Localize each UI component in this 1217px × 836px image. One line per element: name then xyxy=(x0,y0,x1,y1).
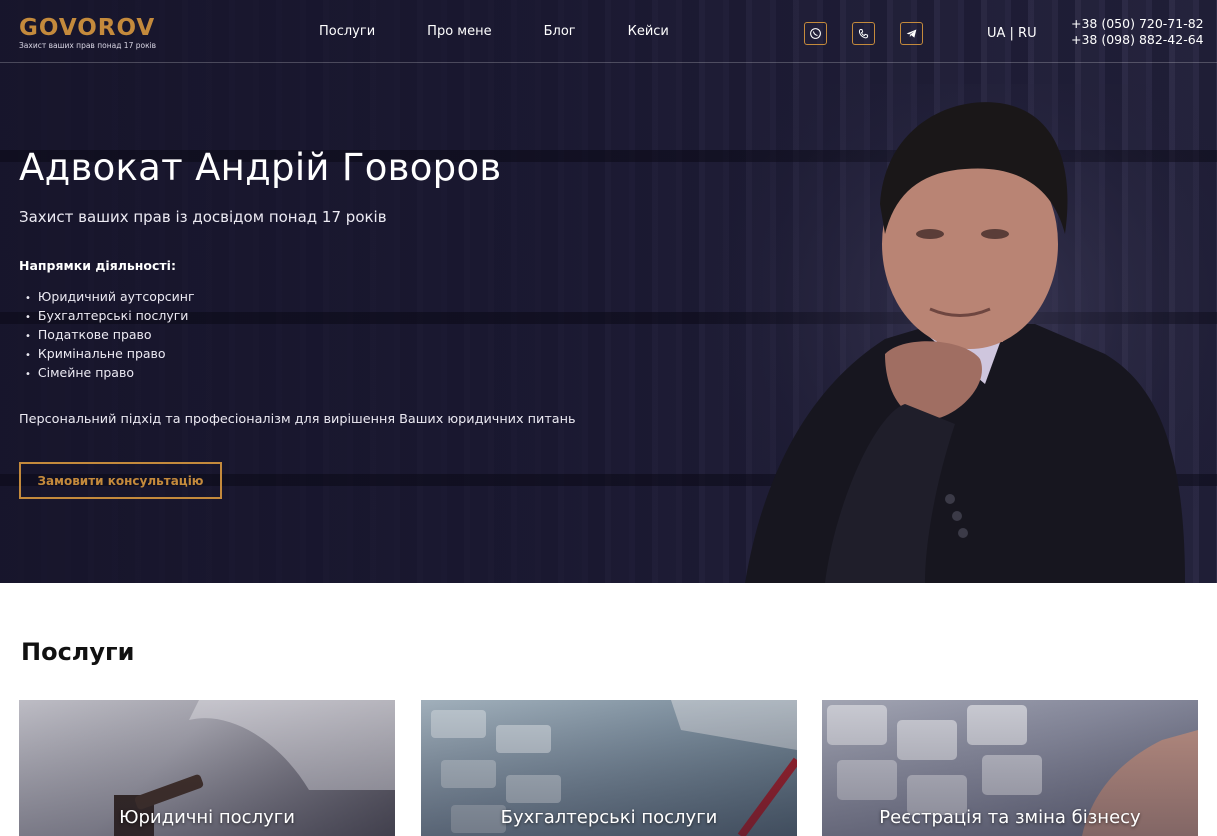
site-header: GOVOROV Захист ваших прав понад 17 років… xyxy=(0,0,1217,63)
phone-2[interactable]: +38 (098) 882-42-64 xyxy=(1071,32,1204,48)
language-switcher[interactable]: UA | RU xyxy=(987,26,1037,41)
phone-1[interactable]: +38 (050) 720-71-82 xyxy=(1071,16,1204,32)
viber-icon[interactable] xyxy=(852,22,875,45)
service-card-accounting[interactable]: Бухгалтерські послуги xyxy=(421,700,797,836)
nav-blog[interactable]: Блог xyxy=(544,24,576,39)
hero-subtitle: Захист ваших прав із досвідом понад 17 р… xyxy=(19,208,387,226)
whatsapp-icon[interactable] xyxy=(804,22,827,45)
list-item: Юридичний аутсорсинг xyxy=(25,287,195,306)
logo-tagline: Захист ваших прав понад 17 років xyxy=(19,41,157,50)
social-links xyxy=(804,22,948,45)
service-card-legal[interactable]: Юридичні послуги xyxy=(19,700,395,836)
telegram-icon[interactable] xyxy=(900,22,923,45)
service-card-label: Реєстрація та зміна бізнесу xyxy=(879,807,1141,828)
logo-text: GOVOROV xyxy=(19,15,156,41)
hero-section: GOVOROV Захист ваших прав понад 17 років… xyxy=(0,0,1217,583)
logo[interactable]: GOVOROV Захист ваших прав понад 17 років xyxy=(19,16,156,50)
list-item: Сімейне право xyxy=(25,363,195,382)
service-card-business[interactable]: Реєстрація та зміна бізнесу xyxy=(822,700,1198,836)
list-item: Бухгалтерські послуги xyxy=(25,306,195,325)
hero-tagline: Персональний підхід та професіоналізм дл… xyxy=(19,412,576,427)
nav-cases[interactable]: Кейси xyxy=(628,24,669,39)
directions-title: Напрямки діяльності: xyxy=(19,258,176,273)
services-title: Послуги xyxy=(21,638,135,666)
phone-numbers: +38 (050) 720-71-82 +38 (098) 882-42-64 xyxy=(1071,16,1204,48)
nav-about[interactable]: Про мене xyxy=(427,24,491,39)
main-nav: Послуги Про мене Блог Кейси xyxy=(319,24,721,39)
order-consultation-button[interactable]: Замовити консультацію xyxy=(19,462,222,499)
nav-services[interactable]: Послуги xyxy=(319,24,375,39)
service-card-label: Бухгалтерські послуги xyxy=(500,807,718,828)
lawyer-portrait xyxy=(705,84,1217,583)
service-card-label: Юридичні послуги xyxy=(119,807,295,828)
list-item: Кримінальне право xyxy=(25,344,195,363)
hero-title: Адвокат Андрій Говоров xyxy=(19,146,502,189)
directions-list: Юридичний аутсорсинг Бухгалтерські послу… xyxy=(25,287,195,382)
list-item: Податкове право xyxy=(25,325,195,344)
